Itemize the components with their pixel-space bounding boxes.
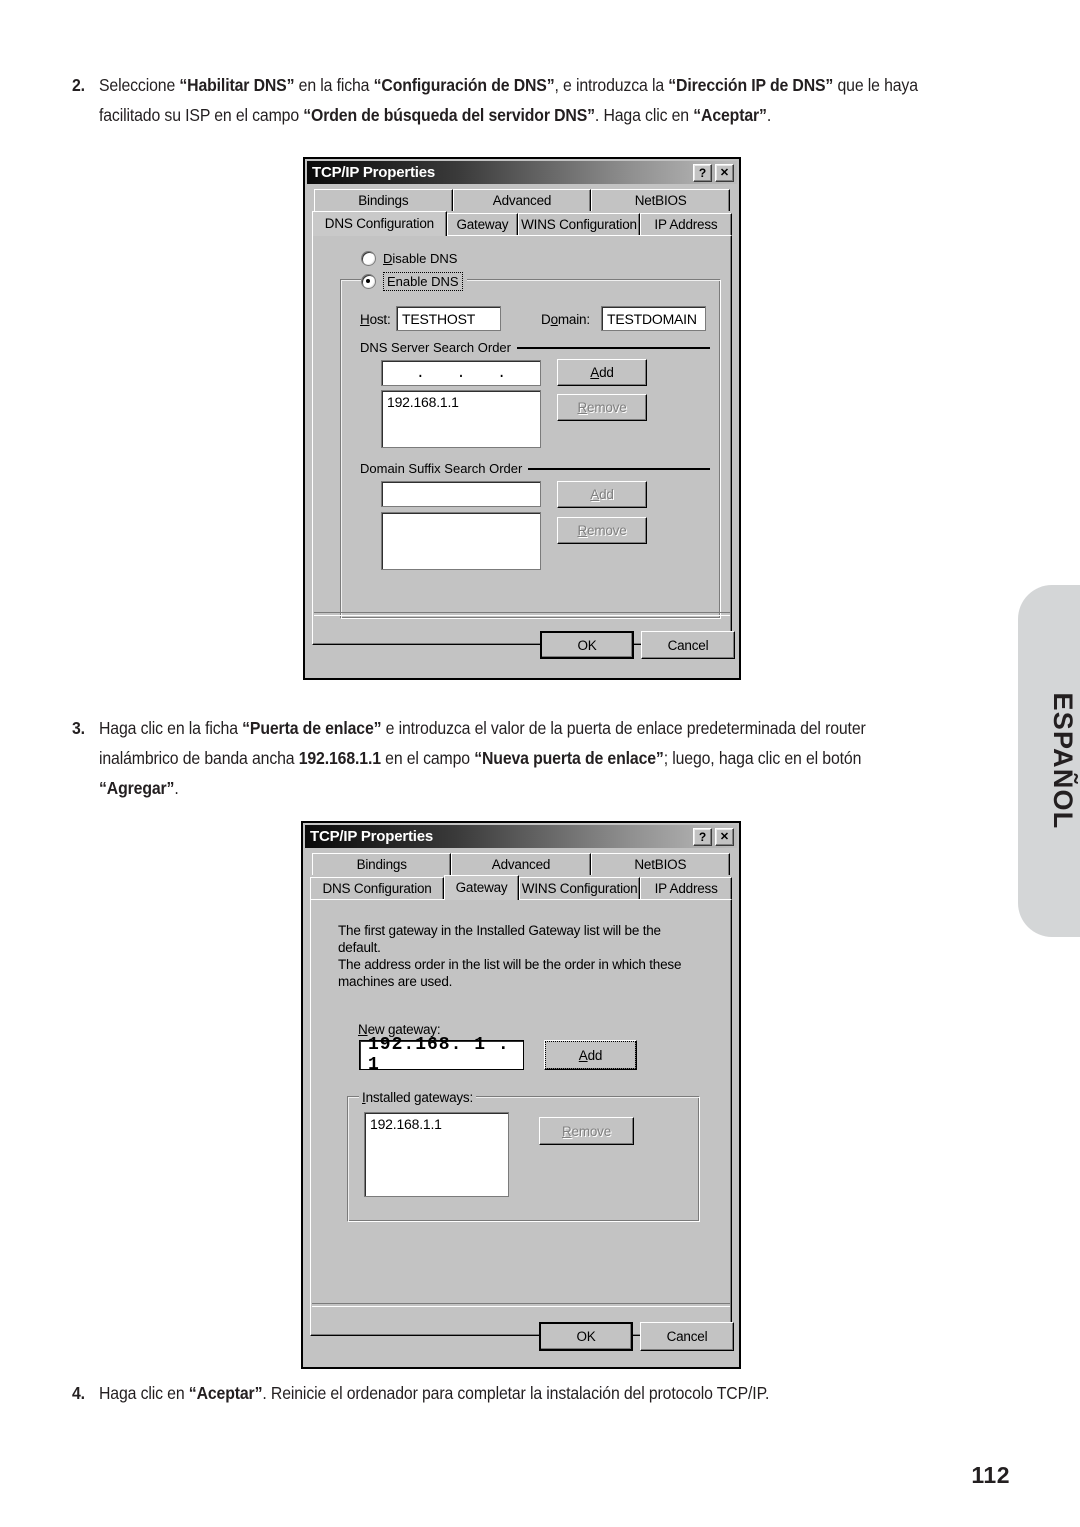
close-icon[interactable]: ✕ [715, 163, 734, 182]
window-title: TCP/IP Properties [310, 828, 434, 845]
tab-netbios[interactable]: NetBIOS [590, 853, 730, 875]
ok-button-gateway[interactable]: OK [539, 1322, 633, 1351]
dns-server-search-order-group: DNS Server Search Order [360, 340, 710, 355]
radio-disable-dns[interactable]: Disable DNS [361, 251, 457, 266]
ip-dot: . [415, 364, 425, 382]
add-gateway-button[interactable]: Add [544, 1040, 637, 1070]
tab-dns-configuration[interactable]: DNS Configuration [310, 877, 445, 899]
tab-row-2: DNS Configuration Gateway WINS Configura… [312, 211, 733, 236]
gateway-description: The first gateway in the Installed Gatew… [338, 923, 682, 989]
tcpip-properties-dialog-gateway[interactable]: TCP/IP Properties ? ✕ Bindings Advanced … [301, 821, 741, 1369]
ip-dot: . [497, 364, 507, 382]
tab-gateway[interactable]: Gateway [444, 875, 520, 900]
suffix-add-label: Add [590, 487, 614, 502]
radio-disable-dns-label: Disable DNS [383, 251, 458, 266]
dns-add-label: Add [590, 365, 614, 380]
window-title: TCP/IP Properties [312, 164, 436, 181]
step-2-text: Seleccione “Habilitar DNS” en la ficha “… [99, 75, 918, 125]
host-input[interactable]: TESTHOST [396, 306, 501, 331]
domain-label: Domain: [541, 312, 590, 327]
installed-gateways-label: Installed gateways: [359, 1090, 477, 1105]
suffix-add-button[interactable]: Add [557, 481, 647, 508]
add-gateway-label: Add [578, 1047, 603, 1063]
ok-button-dns[interactable]: OK [540, 631, 634, 659]
titlebar-dns[interactable]: TCP/IP Properties ? ✕ [307, 161, 737, 184]
tab-bindings[interactable]: Bindings [312, 853, 452, 875]
group-rule-line [517, 346, 710, 349]
step-4: 4. Haga clic en “Aceptar”. Reinicie el o… [72, 1378, 936, 1408]
tab-dns-configuration[interactable]: DNS Configuration [312, 211, 447, 236]
dns-remove-label: Remove [577, 400, 627, 415]
titlebar-buttons: ? ✕ [693, 827, 737, 846]
dns-add-button[interactable]: Add [557, 359, 647, 386]
cancel-button-dns[interactable]: Cancel [641, 631, 735, 659]
remove-gateway-label: Remove [561, 1123, 612, 1139]
step-3-number: 3. [72, 718, 85, 738]
language-tab-label: ESPAÑOL [1048, 692, 1079, 830]
tab-panel-gateway: The first gateway in the Installed Gatew… [310, 899, 732, 1336]
domain-suffix-search-order-group: Domain Suffix Search Order [360, 461, 710, 476]
tab-wins-configuration[interactable]: WINS Configuration [518, 213, 640, 235]
tab-bindings[interactable]: Bindings [314, 189, 453, 211]
remove-gateway-button[interactable]: Remove [539, 1117, 634, 1145]
dns-ip-input[interactable]: . . . [381, 360, 541, 386]
page-number: 112 [971, 1462, 1010, 1488]
footer-divider [314, 612, 730, 616]
suffix-remove-button[interactable]: Remove [557, 517, 647, 544]
tab-row-1: Bindings Advanced NetBIOS [310, 853, 732, 875]
tab-gateway[interactable]: Gateway [446, 213, 519, 235]
domain-suffix-input[interactable] [381, 481, 541, 507]
tab-advanced[interactable]: Advanced [452, 189, 592, 211]
tab-ip-address[interactable]: IP Address [640, 877, 732, 899]
step-4-text: Haga clic en “Aceptar”. Reinicie el orde… [99, 1383, 770, 1403]
footer-divider [312, 1303, 730, 1307]
tcpip-properties-dialog-dns[interactable]: TCP/IP Properties ? ✕ Bindings Advanced … [303, 157, 741, 680]
radio-icon-enable [361, 274, 376, 289]
host-label: Host: [360, 312, 391, 327]
tab-panel-dns: Disable DNS Enable DNS Host: TESTHOST Do… [312, 235, 732, 645]
suffix-remove-label: Remove [577, 523, 627, 538]
help-icon[interactable]: ? [693, 163, 712, 182]
tab-ip-address[interactable]: IP Address [639, 213, 733, 235]
step-3-text: Haga clic en la ficha “Puerta de enlace”… [99, 718, 866, 798]
tab-row-1: Bindings Advanced NetBIOS [312, 189, 732, 211]
new-gateway-input[interactable]: 192.168. 1 . 1 [359, 1035, 524, 1075]
step-4-number: 4. [72, 1383, 85, 1403]
domain-input[interactable]: TESTDOMAIN [601, 306, 706, 331]
dns-remove-button[interactable]: Remove [557, 394, 647, 421]
help-icon[interactable]: ? [693, 827, 712, 846]
domain-suffix-search-order-label: Domain Suffix Search Order [360, 461, 523, 476]
group-rule-line [528, 467, 710, 470]
close-icon[interactable]: ✕ [715, 827, 734, 846]
language-tab-espanol: ESPAÑOL [1018, 585, 1080, 937]
titlebar-gateway[interactable]: TCP/IP Properties ? ✕ [305, 825, 737, 848]
dns-server-list[interactable]: 192.168.1.1 [381, 390, 541, 448]
add-gateway-focus-ring: Add [545, 1041, 636, 1069]
cancel-button-gateway[interactable]: Cancel [640, 1322, 734, 1351]
installed-gateways-list[interactable]: 192.168.1.1 [364, 1112, 509, 1197]
radio-enable-dns-label: Enable DNS [383, 272, 463, 291]
radio-icon-disable [361, 251, 376, 266]
tab-wins-configuration[interactable]: WINS Configuration [519, 877, 641, 899]
ip-dot: . [456, 364, 466, 382]
radio-enable-dns[interactable]: Enable DNS [361, 272, 467, 291]
tabstrip-dns: Bindings Advanced NetBIOS DNS Configurat… [312, 189, 733, 236]
tab-netbios[interactable]: NetBIOS [591, 189, 731, 211]
dns-server-search-order-label: DNS Server Search Order [360, 340, 511, 355]
step-2-number: 2. [72, 75, 85, 95]
tab-row-2: DNS Configuration Gateway WINS Configura… [310, 875, 732, 900]
domain-suffix-list[interactable] [381, 512, 541, 570]
step-2: 2. Seleccione “Habilitar DNS” en la fich… [72, 70, 981, 130]
tabstrip-gateway: Bindings Advanced NetBIOS DNS Configurat… [310, 853, 732, 900]
step-3: 3. Haga clic en la ficha “Puerta de enla… [72, 713, 936, 803]
tab-advanced[interactable]: Advanced [451, 853, 591, 875]
titlebar-buttons: ? ✕ [693, 163, 737, 182]
